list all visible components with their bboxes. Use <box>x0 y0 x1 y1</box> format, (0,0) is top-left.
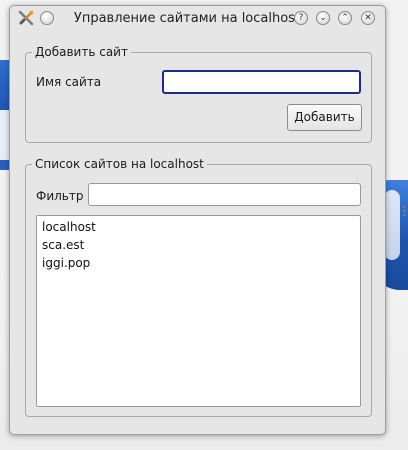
window-menu-button[interactable] <box>40 11 54 25</box>
help-icon[interactable]: ? <box>294 11 308 25</box>
filter-label: Фильтр <box>36 189 84 203</box>
list-item-sca-est[interactable]: sca.est <box>37 236 360 254</box>
minimize-icon[interactable]: ⌄ <box>316 11 330 25</box>
list-item-localhost[interactable]: localhost <box>37 218 360 236</box>
site-listbox[interactable]: localhost sca.est iggi.pop <box>36 215 361 407</box>
add-site-group: Добавить сайт Имя сайта Добавить <box>25 45 372 143</box>
site-manager-window: Управление сайтами на localhost ? ⌄ ⌃ ✕ … <box>9 5 386 435</box>
filter-input[interactable] <box>88 183 361 206</box>
site-list-group-title: Список сайтов на localhost <box>32 157 207 171</box>
tools-icon[interactable] <box>18 10 34 26</box>
resize-grip[interactable] <box>403 205 406 217</box>
list-item-iggi-pop[interactable]: iggi.pop <box>37 254 360 272</box>
window-title: Управление сайтами на localhost <box>73 11 301 26</box>
site-list-group: Список сайтов на localhost Фильтр localh… <box>25 157 372 417</box>
maximize-icon[interactable]: ⌃ <box>338 11 352 25</box>
site-name-label: Имя сайта <box>36 75 102 89</box>
close-icon[interactable]: ✕ <box>361 11 375 25</box>
add-site-group-title: Добавить сайт <box>32 45 131 59</box>
site-name-input[interactable] <box>162 70 361 94</box>
desktop: Управление сайтами на localhost ? ⌄ ⌃ ✕ … <box>0 0 408 450</box>
add-site-button[interactable]: Добавить <box>287 104 362 131</box>
titlebar[interactable]: Управление сайтами на localhost ? ⌄ ⌃ ✕ <box>10 6 385 30</box>
desktop-icon-decoration-right-inner <box>384 190 400 260</box>
